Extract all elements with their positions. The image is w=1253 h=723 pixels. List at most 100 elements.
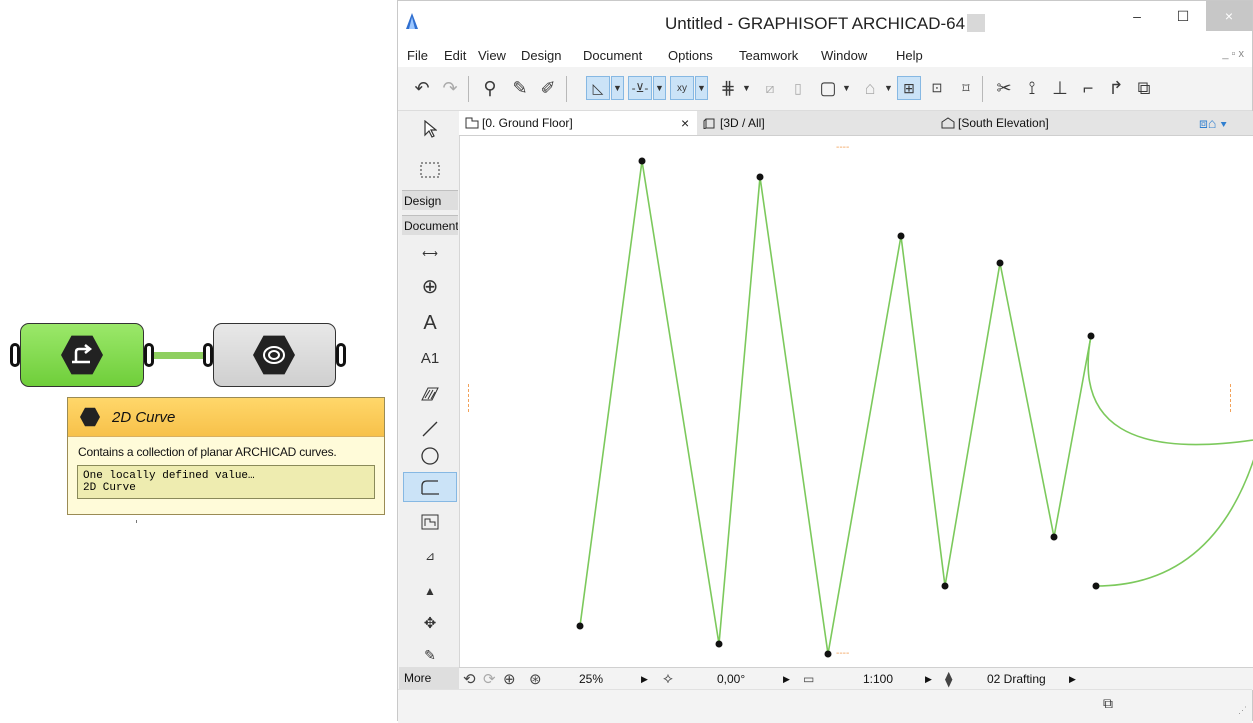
tab-close-icon[interactable]: ×	[681, 115, 689, 131]
arc-circle-tool-icon[interactable]	[403, 441, 457, 471]
guide-lines-dropdown[interactable]: ▼	[611, 76, 624, 100]
curve-vertex-point[interactable]	[1050, 533, 1058, 541]
title-bar[interactable]: Untitled - GRAPHISOFT ARCHICAD-64 – ☐ ×	[398, 1, 1252, 44]
minimize-button[interactable]: –	[1114, 1, 1160, 31]
split-icon[interactable]: ✂	[992, 76, 1016, 100]
menu-help[interactable]: Help	[896, 48, 923, 63]
adjust-icon[interactable]: ⟟	[1020, 76, 1044, 100]
tab-3d-all[interactable]: [3D / All]	[703, 111, 939, 135]
layer-combination-icon[interactable]: ⧫	[945, 670, 952, 688]
curve-vertex-point[interactable]	[576, 622, 584, 630]
drawing-tool-icon[interactable]	[403, 507, 457, 537]
pick-up-icon[interactable]: ✎	[508, 76, 532, 100]
line-tool-icon[interactable]	[403, 414, 457, 444]
snap-guides-dropdown[interactable]: ▼	[653, 76, 666, 100]
section-tool-icon[interactable]: ⊿	[403, 541, 457, 571]
tab-ground-floor[interactable]: [0. Ground Floor]	[459, 111, 697, 135]
arc-curve[interactable]	[1087, 335, 1253, 587]
menu-options[interactable]: Options	[668, 48, 713, 63]
trace-icon[interactable]: ⌑	[954, 76, 978, 100]
undo-icon[interactable]: ↶	[410, 76, 434, 100]
arrow-tool-icon[interactable]	[403, 114, 457, 144]
curve-vertex-point[interactable]	[941, 582, 949, 590]
close-button[interactable]: ×	[1206, 1, 1252, 31]
fillet-icon[interactable]: ↱	[1104, 76, 1128, 100]
view-mode-dropdown[interactable]: ▼	[840, 76, 853, 100]
suspend-groups-icon[interactable]: ⊞	[897, 76, 921, 100]
grid-snap-dropdown[interactable]: ▼	[740, 76, 753, 100]
worksheet-tool-icon[interactable]: ✥	[403, 608, 457, 638]
mdi-controls[interactable]: _ ▫ x	[1222, 48, 1244, 60]
orientation-icon[interactable]: ⟡	[663, 670, 673, 687]
toolbox-group-design[interactable]: Design	[402, 190, 458, 210]
zoom-in-icon[interactable]: ⊕	[503, 670, 516, 688]
change-tool-icon[interactable]: ✎	[403, 640, 457, 670]
menu-view[interactable]: View	[478, 48, 506, 63]
curve-vertex-point[interactable]	[1092, 582, 1100, 590]
menu-document[interactable]: Document	[583, 48, 642, 63]
drawing-scale[interactable]: 1:100	[863, 672, 893, 686]
curve-vertex-point[interactable]	[996, 259, 1004, 267]
snap-guides-icon[interactable]: -⊻-	[628, 76, 652, 100]
tab-navigator-icon[interactable]: ⧈⌂ ▾	[1199, 111, 1249, 135]
resize-icon[interactable]: ⧉	[1132, 76, 1156, 100]
tracker-dropdown[interactable]: ▼	[695, 76, 708, 100]
toolbox-more-button[interactable]: More	[399, 667, 459, 689]
view-mode-icon[interactable]: ▢	[816, 76, 840, 100]
elevate-icon[interactable]: ⊥	[1048, 76, 1072, 100]
find-select-icon[interactable]: ⚲	[478, 76, 502, 100]
drawing-canvas[interactable]: ---- ----	[460, 136, 1253, 667]
curve-vertex-point[interactable]	[897, 232, 905, 240]
scale-dropdown-arrow[interactable]: ▶	[925, 674, 932, 685]
fit-in-window-icon[interactable]: ⊛	[529, 670, 542, 688]
input-grip-2[interactable]	[203, 343, 213, 367]
curve-vertex-point[interactable]	[638, 157, 646, 165]
menu-design[interactable]: Design	[521, 48, 561, 63]
grid-snap-icon[interactable]: ⋕	[716, 76, 740, 100]
angle-dropdown-arrow[interactable]: ▶	[783, 674, 790, 685]
polyline-tool-icon[interactable]	[403, 472, 457, 502]
layout-icon[interactable]: ⧄	[758, 76, 782, 100]
menu-window[interactable]: Window	[821, 48, 867, 63]
tab-south-elevation[interactable]: [South Elevation]	[941, 111, 1141, 135]
inject-icon[interactable]: ✐	[536, 76, 560, 100]
orientation-angle[interactable]: 0,00°	[717, 672, 745, 686]
menu-file[interactable]: File	[407, 48, 428, 63]
curve-vertex-point[interactable]	[1087, 332, 1095, 340]
undo-zoom-icon[interactable]: ⟲	[463, 670, 476, 688]
partial-icon[interactable]: ▯	[786, 76, 810, 100]
output-grip-2[interactable]	[336, 343, 346, 367]
dimension-tool-icon[interactable]: ⟷	[403, 238, 457, 268]
level-dimension-tool-icon[interactable]: ⊕	[403, 271, 457, 301]
toolbox-group-document[interactable]: Document	[402, 215, 458, 235]
marquee-tool-icon[interactable]	[403, 155, 457, 185]
output-grip[interactable]	[144, 343, 154, 367]
elevation-tool-icon[interactable]: ▲	[403, 576, 457, 606]
tracker-icon[interactable]: xy	[670, 76, 694, 100]
resize-grip-icon[interactable]: ⋰	[1238, 705, 1247, 716]
maximize-button[interactable]: ☐	[1160, 1, 1206, 31]
zoom-level[interactable]: 25%	[579, 672, 603, 686]
scale-icon[interactable]: ▭	[803, 672, 814, 686]
menu-teamwork[interactable]: Teamwork	[739, 48, 798, 63]
offset-icon[interactable]: ⌐	[1076, 76, 1100, 100]
curve-vertex-point[interactable]	[824, 650, 832, 658]
curve-vertex-point[interactable]	[756, 173, 764, 181]
zoom-dropdown-arrow[interactable]: ▶	[641, 674, 648, 685]
measure-icon[interactable]: ⊡	[925, 76, 949, 100]
layer-dropdown-arrow[interactable]: ▶	[1069, 674, 1076, 685]
window-arrange-icon[interactable]: ⧉	[1103, 695, 1113, 712]
redo-zoom-icon[interactable]: ⟳	[483, 670, 496, 688]
input-grip[interactable]	[10, 343, 20, 367]
guide-lines-icon[interactable]: ◺	[586, 76, 610, 100]
lock-icon[interactable]: ⌂	[858, 76, 882, 100]
text-tool-icon[interactable]: A	[403, 308, 457, 338]
zigzag-polyline[interactable]	[579, 160, 1092, 655]
fill-tool-icon[interactable]	[403, 379, 457, 409]
curve-vertex-point[interactable]	[715, 640, 723, 648]
layer-combination[interactable]: 02 Drafting	[987, 672, 1046, 686]
lock-dropdown[interactable]: ▼	[882, 76, 895, 100]
redo-icon[interactable]: ↷	[438, 76, 462, 100]
menu-edit[interactable]: Edit	[444, 48, 466, 63]
label-tool-icon[interactable]: A1	[403, 343, 457, 373]
